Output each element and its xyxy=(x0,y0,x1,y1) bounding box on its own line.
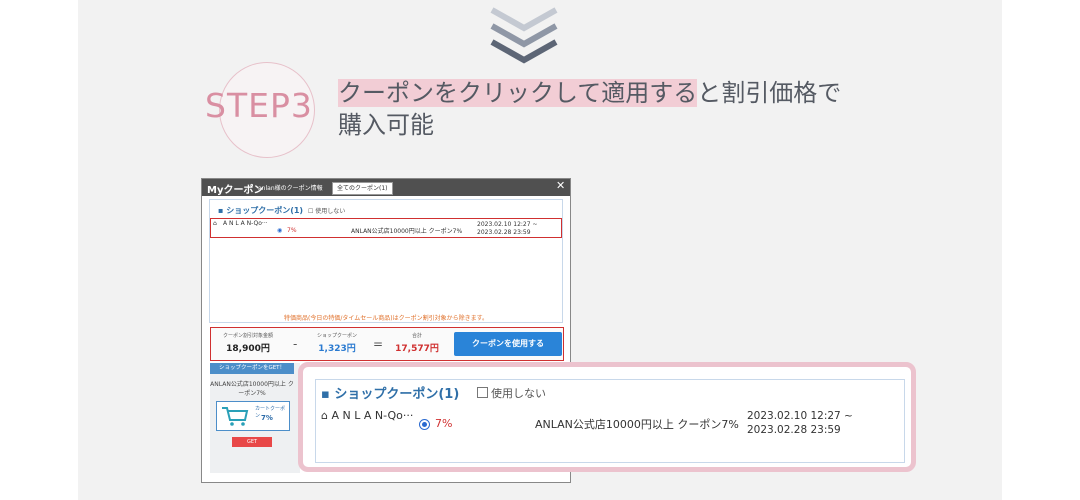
home-icon: ⌂ xyxy=(321,409,328,422)
side-coupon-text: ANLAN公式店10000円以上 クーポン7% xyxy=(210,381,294,397)
zoom-shop-coupon-title: ▪ ショップクーポン(1) xyxy=(321,387,460,402)
no-use-label: 使用しない xyxy=(315,208,346,215)
minus-sign: - xyxy=(293,337,298,351)
get-button[interactable]: GET xyxy=(232,437,272,447)
shop-coupon-title: ▪ ショップクーポン(1) xyxy=(218,206,304,215)
dialog-subtitle: anlan様のクーポン情報 xyxy=(258,185,323,192)
headline-highlight: クーポンをクリックして適用する xyxy=(338,79,698,107)
zoom-coupon-description: ANLAN公式店10000円以上 クーポン7% xyxy=(535,418,739,431)
total-label: 合計 xyxy=(411,333,422,339)
use-coupon-button[interactable]: クーポンを使用する xyxy=(454,332,562,356)
zoom-coupon-radio[interactable] xyxy=(419,419,430,430)
tab-all-coupons[interactable]: 全てのクーポン(1) xyxy=(332,182,393,195)
zoom-date-end: 2023.02.28 23:59 xyxy=(747,424,841,436)
total-value: 17,577円 xyxy=(395,344,439,354)
target-amount-value: 18,900円 xyxy=(226,344,270,354)
home-icon: ⌂ xyxy=(213,220,217,227)
zoom-coupon-percent: 7% xyxy=(435,417,453,430)
zoom-date-start: 2023.02.10 12:27 ~ xyxy=(747,410,853,422)
shop-coupon-label: ショップクーポン xyxy=(316,333,357,339)
coupon-name: A N L A N-Qo··· xyxy=(223,220,268,227)
coupon-percent: 7% xyxy=(287,227,297,234)
zoom-no-use-checkbox[interactable]: 使用しない xyxy=(477,385,546,401)
get-shop-coupon-banner[interactable]: ショップクーポンをGET！ xyxy=(210,363,294,374)
shop-coupon-value: 1,323円 xyxy=(318,344,356,354)
checkbox-icon xyxy=(477,387,488,398)
cart-coupon-percent: 7% xyxy=(261,414,273,422)
headline: クーポンをクリックして適用すると割引価格で 購入可能 xyxy=(338,77,841,141)
coupon-radio[interactable]: ◉ xyxy=(277,227,282,234)
zoom-no-use-label: 使用しない xyxy=(491,387,546,400)
zoom-coupon-name-text: A N L A N-Qo··· xyxy=(331,409,414,422)
exclusion-notice: 特価商品(今日の特価/タイムセール商品)はクーポン割引対象から除きます。 xyxy=(284,315,488,322)
zoom-coupon-name: ⌂ A N L A N-Qo··· xyxy=(321,409,413,422)
chevron-down-icon xyxy=(490,7,558,64)
step-label: STEP3 xyxy=(205,86,313,125)
coupon-date-start: 2023.02.10 12:27 ~ xyxy=(477,221,538,228)
cart-coupon-card: カートクーポン 7% xyxy=(216,401,290,431)
dialog-titlebar: Myクーポン anlan様のクーポン情報 全てのクーポン(1) ✕ xyxy=(202,179,570,196)
close-icon[interactable]: ✕ xyxy=(556,179,565,192)
no-use-checkbox[interactable]: ☐ 使用しない xyxy=(308,206,345,215)
coupon-date-end: 2023.02.28 23:59 xyxy=(477,229,531,236)
dialog-title: Myクーポン xyxy=(207,185,264,196)
target-amount-label: クーポン割引対象金額 xyxy=(222,333,273,339)
equals-sign: = xyxy=(373,337,384,351)
zoom-card: ▪ ショップクーポン(1) 使用しない ⌂ A N L A N-Qo··· 7%… xyxy=(298,362,916,472)
coupon-row[interactable]: ⌂ A N L A N-Qo··· ◉ 7% ANLAN公式店10000円以上 … xyxy=(210,218,562,238)
headline-line2: 購入可能 xyxy=(338,111,434,139)
zoom-coupon-dates: 2023.02.10 12:27 ~ 2023.02.28 23:59 xyxy=(747,409,853,437)
headline-rest: と割引価格で xyxy=(697,79,842,107)
cart-icon xyxy=(222,407,249,426)
coupon-description: ANLAN公式店10000円以上 クーポン7% xyxy=(351,228,463,235)
